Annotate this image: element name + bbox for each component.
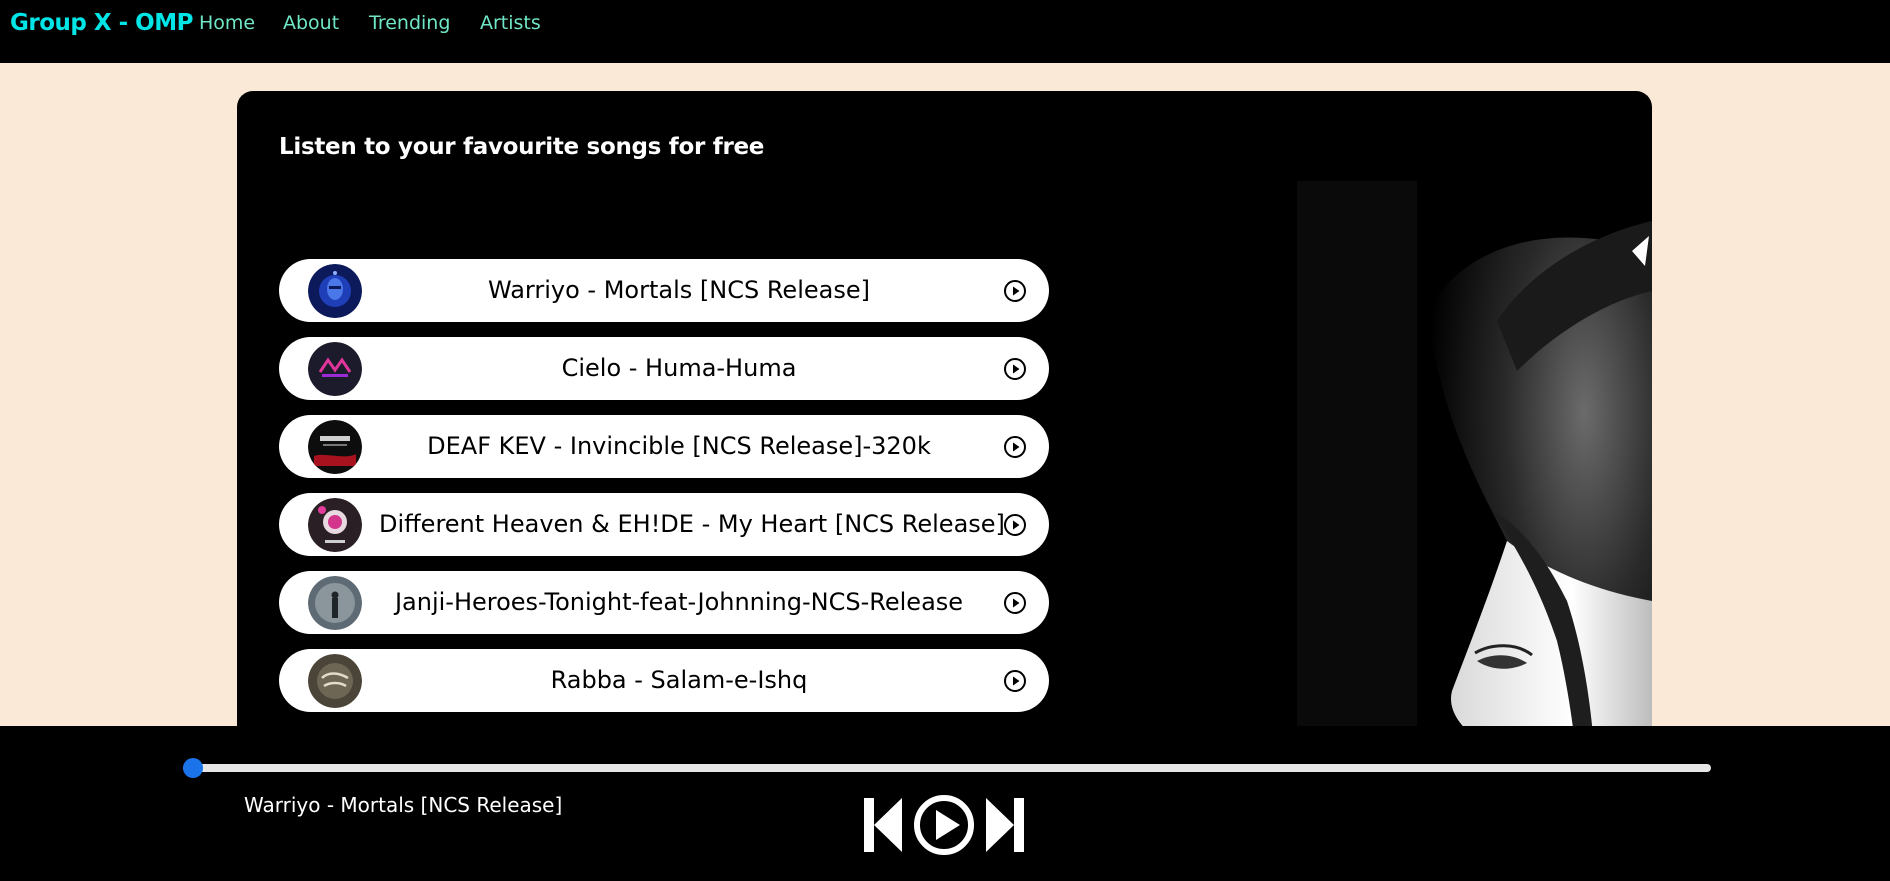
nav-link-home[interactable]: Home: [199, 12, 255, 34]
previous-track-icon[interactable]: [862, 796, 904, 854]
song-title: Different Heaven & EH!DE - My Heart [NCS…: [379, 510, 1005, 538]
player-bar: Warriyo - Mortals [NCS Release]: [0, 726, 1890, 881]
next-track-icon[interactable]: [984, 796, 1026, 854]
song-title: Cielo - Huma-Huma: [561, 354, 797, 382]
song-item[interactable]: Different Heaven & EH!DE - My Heart [NCS…: [279, 493, 1049, 556]
nav-link-about[interactable]: About: [283, 12, 339, 34]
now-playing-title: Warriyo - Mortals [NCS Release]: [244, 793, 563, 817]
song-item[interactable]: Cielo - Huma-Huma: [279, 337, 1049, 400]
song-item[interactable]: DEAF KEV - Invincible [NCS Release]-320k: [279, 415, 1049, 478]
play-circle-icon[interactable]: [913, 794, 975, 856]
album-cover-blue-face-icon: [308, 264, 362, 318]
song-title: Rabba - Salam-e-Ishq: [550, 666, 808, 694]
play-circle-icon[interactable]: [1003, 513, 1027, 537]
artist-photo: [1237, 181, 1652, 791]
song-list-card: Listen to your favourite songs for free: [237, 91, 1652, 791]
nav-link-artists[interactable]: Artists: [480, 12, 541, 34]
album-cover-neon-pink-icon: [308, 342, 362, 396]
nav-link-trending[interactable]: Trending: [369, 12, 450, 34]
progress-bar[interactable]: [183, 758, 1711, 778]
song-title: Janji-Heroes-Tonight-feat-Johnning-NCS-R…: [394, 588, 964, 616]
song-item[interactable]: Rabba - Salam-e-Ishq: [279, 649, 1049, 712]
page-title: Listen to your favourite songs for free: [279, 134, 765, 160]
top-navbar: Group X - OMP Home About Trending Artist…: [0, 0, 1890, 63]
song-item[interactable]: Warriyo - Mortals [NCS Release]: [279, 259, 1049, 322]
album-cover-pink-astronaut-icon: [308, 498, 362, 552]
progress-slider-thumb[interactable]: [183, 758, 203, 778]
play-circle-icon[interactable]: [1003, 357, 1027, 381]
play-circle-icon[interactable]: [1003, 279, 1027, 303]
song-title: Warriyo - Mortals [NCS Release]: [488, 276, 870, 304]
album-cover-sepia-icon: [308, 654, 362, 708]
song-title: DEAF KEV - Invincible [NCS Release]-320k: [427, 432, 931, 460]
album-cover-red-black-icon: [308, 420, 362, 474]
play-circle-icon[interactable]: [1003, 435, 1027, 459]
song-item[interactable]: Janji-Heroes-Tonight-feat-Johnning-NCS-R…: [279, 571, 1049, 634]
play-circle-icon[interactable]: [1003, 591, 1027, 615]
play-circle-icon[interactable]: [1003, 669, 1027, 693]
album-cover-grey-figure-icon: [308, 576, 362, 630]
brand-logo[interactable]: Group X - OMP: [10, 10, 193, 36]
